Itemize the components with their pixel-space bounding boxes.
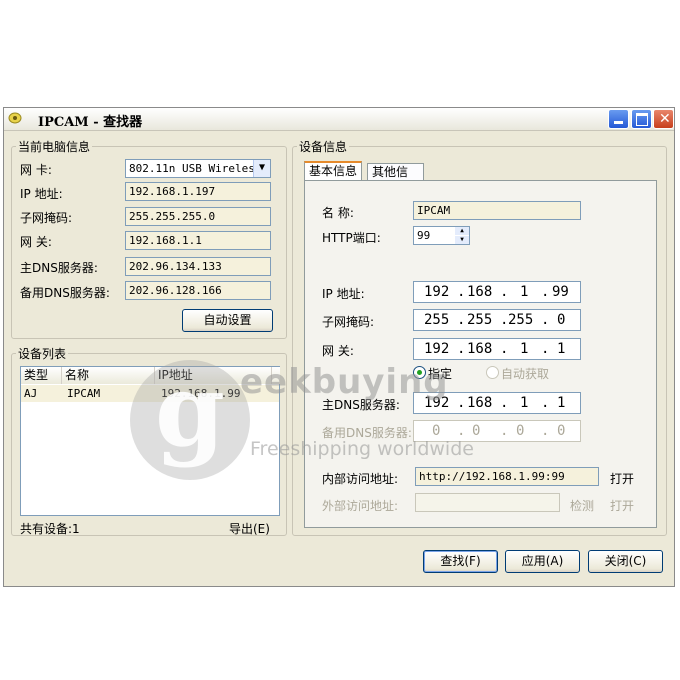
gw-octet-4: 1: [557, 341, 566, 357]
device-gateway-input[interactable]: 192. 168. 1. 1: [413, 338, 581, 360]
maximize-button[interactable]: [631, 109, 652, 129]
device-mask-label: 子网掩码:: [322, 315, 375, 329]
pc-dns1-label: 主DNS服务器:: [20, 261, 98, 275]
app-icon: [8, 112, 22, 124]
outer-url-field: [415, 493, 560, 512]
device-info-group: 设备信息 基本信息 其他信息 名 称: IPCAM HTTP端口: 99 ▲ ▼…: [292, 138, 667, 536]
watermark-tagline: Freeshipping worldwide: [250, 438, 474, 460]
ip-octet-4: 99: [552, 284, 569, 300]
pc-ip-field: 192.168.1.197: [125, 182, 271, 201]
ip-octet-1: 192: [424, 284, 450, 300]
http-port-stepper[interactable]: 99 ▲ ▼: [413, 226, 470, 245]
gw-octet-3: 1: [520, 341, 529, 357]
http-port-value: 99: [417, 229, 431, 242]
gw-octet-1: 192: [424, 341, 450, 357]
dns2-octet-3: 0: [516, 423, 525, 439]
tab-panel: 名 称: IPCAM HTTP端口: 99 ▲ ▼ IP 地址: 192. 16…: [304, 180, 657, 528]
pc-dns1-field: 202.96.134.133: [125, 257, 271, 276]
nic-select[interactable]: 802.11n USB Wireless ▼: [125, 159, 271, 178]
column-header-name[interactable]: 名称: [62, 367, 155, 384]
device-list-title: 设备列表: [16, 345, 69, 362]
close-window-button[interactable]: ✕: [653, 109, 674, 129]
inner-open-link[interactable]: 打开: [610, 470, 634, 487]
watermark-logo: g: [130, 360, 250, 480]
column-header-type[interactable]: 类型: [21, 367, 62, 384]
dns2-octet-1: 0: [432, 423, 441, 439]
pc-dns2-label: 备用DNS服务器:: [20, 286, 110, 300]
chevron-down-icon[interactable]: ▼: [253, 160, 270, 177]
ip-octet-3: 1: [520, 284, 529, 300]
device-count: 共有设备:1: [20, 522, 80, 536]
row-type: AJ: [24, 387, 38, 400]
find-button[interactable]: 查找(F): [423, 550, 498, 573]
dns1-octet-4: 1: [557, 395, 566, 411]
gw-octet-2: 168: [467, 341, 493, 357]
radio-auto-label: 自动获取: [501, 367, 550, 381]
row-name: IPCAM: [67, 387, 101, 400]
window-title: IPCAM - 查找器: [38, 115, 143, 130]
export-button[interactable]: 导出(E): [229, 520, 270, 537]
outer-open-link: 打开: [610, 499, 635, 513]
http-port-label: HTTP端口:: [322, 231, 381, 245]
device-ip-input[interactable]: 192. 168. 1. 99: [413, 281, 581, 303]
minimize-button[interactable]: [608, 109, 629, 129]
mask-octet-2: 255: [467, 312, 493, 328]
mask-octet-1: 255: [424, 312, 450, 328]
pc-mask-field: 255.255.255.0: [125, 207, 271, 226]
nic-label: 网 卡:: [20, 163, 52, 177]
outer-check-link: 检测: [570, 499, 595, 513]
dns2-octet-2: 0: [472, 423, 481, 439]
watermark-brand: eekbuying: [240, 362, 449, 402]
pc-gateway-label: 网 关:: [20, 235, 52, 249]
dns1-octet-3: 1: [520, 395, 529, 411]
outer-url-label: 外部访问地址:: [322, 499, 399, 513]
close-button[interactable]: 关闭(C): [588, 550, 663, 573]
pc-mask-label: 子网掩码:: [20, 211, 73, 225]
pc-info-title: 当前电脑信息: [16, 138, 93, 155]
dns1-octet-2: 168: [467, 395, 493, 411]
tab-basic-info[interactable]: 基本信息: [304, 161, 363, 180]
name-label: 名 称:: [322, 206, 354, 220]
radio-unchecked-icon: [486, 366, 499, 379]
apply-button[interactable]: 应用(A): [505, 550, 580, 573]
nic-select-value: 802.11n USB Wireless: [129, 162, 262, 175]
ipcam-finder-window: IPCAM - 查找器 ✕ 当前电脑信息 网 卡: 802.11n USB Wi…: [3, 107, 675, 587]
ip-octet-2: 168: [467, 284, 493, 300]
spin-up-icon[interactable]: ▲: [455, 227, 469, 235]
inner-url-label: 内部访问地址:: [322, 472, 399, 486]
mask-octet-4: 0: [557, 312, 566, 328]
dns2-octet-4: 0: [557, 423, 566, 439]
auto-set-button[interactable]: 自动设置: [182, 309, 273, 332]
mask-octet-3: 255: [508, 312, 534, 328]
title-bar: IPCAM - 查找器 ✕: [4, 108, 674, 131]
device-gateway-label: 网 关:: [322, 344, 354, 358]
spin-down-icon[interactable]: ▼: [455, 236, 469, 244]
pc-ip-label: IP 地址:: [20, 187, 63, 201]
pc-dns2-field: 202.96.128.166: [125, 281, 271, 300]
tab-other-info[interactable]: 其他信息: [367, 163, 424, 195]
pc-gateway-field: 192.168.1.1: [125, 231, 271, 250]
device-ip-label: IP 地址:: [322, 287, 365, 301]
inner-url-field[interactable]: http://192.168.1.99:99: [415, 467, 599, 486]
device-info-title: 设备信息: [297, 138, 350, 155]
device-mask-input[interactable]: 255. 255. 255. 0: [413, 309, 581, 331]
tab-strip: 基本信息 其他信息: [304, 161, 424, 195]
pc-info-group: 当前电脑信息 网 卡: 802.11n USB Wireless ▼ IP 地址…: [11, 138, 287, 339]
device-name-field[interactable]: IPCAM: [413, 201, 581, 220]
